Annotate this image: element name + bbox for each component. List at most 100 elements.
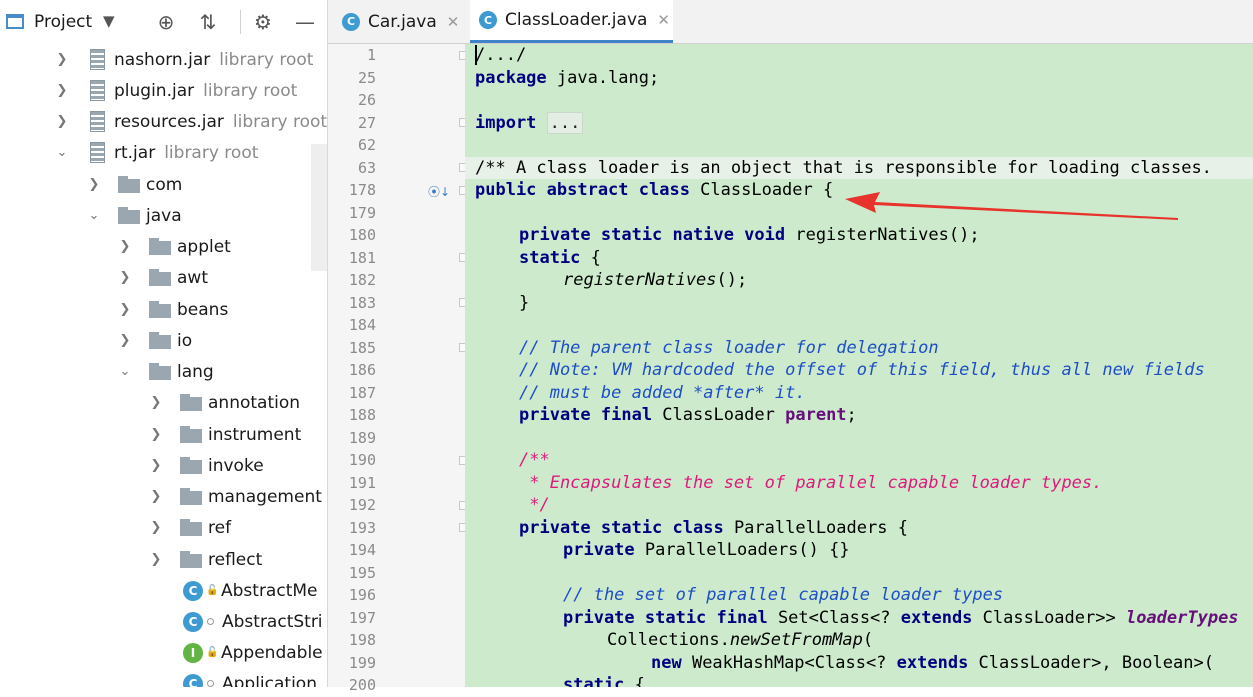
chevron-right-icon[interactable]: ❯ [88,169,100,200]
code-line-27: import ... [475,111,584,135]
code-line-183: } [519,292,529,315]
keyword: extends [896,652,969,673]
tree-node-application[interactable]: C Application [183,668,317,687]
code-text: registerNatives(); [785,225,980,245]
line-number: 62 [357,136,376,154]
folded-imports[interactable]: ... [546,111,584,134]
chevron-right-icon[interactable]: ❯ [119,325,131,356]
class-icon: C [479,11,497,29]
chevron-right-icon[interactable]: ❯ [119,231,131,262]
chevron-right-icon[interactable]: ❯ [150,481,162,512]
tree-node-annotation[interactable]: ❯ annotation [150,387,300,418]
tree-node-lang[interactable]: ⌄ lang [119,356,214,387]
doc-comment-folded[interactable]: /** A class loader is an object that is … [475,158,1212,178]
chevron-right-icon[interactable]: ❯ [56,75,68,106]
code-text: ParallelLoaders { [723,517,908,538]
close-icon[interactable]: ✕ [447,13,460,31]
project-view-icon [6,14,24,29]
line-number: 184 [348,316,376,334]
hide-icon[interactable]: — [292,8,318,36]
tree-node-io[interactable]: ❯ io [119,325,193,356]
line-number: 179 [348,203,376,222]
line-number: 193 [348,518,376,537]
chevron-right-icon[interactable]: ❯ [56,44,68,75]
chevron-right-icon[interactable]: ❯ [150,419,162,450]
lock-icon: 🔓 [206,585,219,596]
tree-node-nashorn-jar[interactable]: ❯ nashorn.jar library root [56,44,313,75]
code-text: ParallelLoaders() {} [634,540,850,560]
tree-node-resources-jar[interactable]: ❯ resources.jar library root [56,106,327,137]
collapse-all-icon[interactable]: ⇅ [195,8,221,36]
implemented-by-icon[interactable]: ⦿↓ [428,183,450,199]
chevron-right-icon[interactable]: ❯ [150,544,162,575]
code-text: ( [862,630,874,650]
line-number: 187 [348,383,376,402]
tree-node-hint: library root [164,142,259,163]
chevron-right-icon[interactable]: ❯ [56,106,68,137]
line-number: 189 [348,428,376,447]
chevron-right-icon[interactable]: ❯ [150,450,162,481]
project-title[interactable]: Project [34,12,92,32]
tree-node-beans[interactable]: ❯ beans [119,294,229,325]
tree-node-applet[interactable]: ❯ applet [119,231,231,262]
keyword: package [475,67,547,88]
tab-classloader-java[interactable]: C ClassLoader.java ✕ [470,0,673,43]
chevron-right-icon[interactable]: ❯ [150,387,162,418]
locate-icon[interactable]: ⊕ [153,8,179,36]
code-editor[interactable]: /.../ package java.lang; import ... /** … [465,44,1253,687]
tree-node-label: annotation [208,392,301,413]
tree-node-rt-jar[interactable]: ⌄ rt.jar library root [56,137,258,168]
close-icon[interactable]: ✕ [657,11,670,29]
code-line-200: static { [563,674,645,687]
chevron-down-icon[interactable]: ⌄ [119,356,131,387]
class-icon: C [342,12,360,31]
tree-node-ref[interactable]: ❯ ref [150,512,232,543]
line-comment: // must be added *after* it. [519,382,806,403]
tree-node-label: plugin.jar [114,80,195,101]
tree-node-hint: library root [203,80,298,101]
project-scrollbar[interactable] [311,144,327,271]
keyword: private static class [519,517,724,538]
chevron-down-icon[interactable]: ▼ [103,12,115,30]
tab-car-java[interactable]: C Car.java ✕ [342,0,466,43]
tree-node-appendable[interactable]: I 🔓 Appendable [183,637,323,668]
jar-icon [90,80,105,101]
tree-node-plugin-jar[interactable]: ❯ plugin.jar library root [56,75,297,106]
folder-icon [180,457,202,474]
tab-label: ClassLoader.java [505,10,648,30]
tree-node-label: java [146,205,182,226]
doc-comment: * Encapsulates the set of parallel capab… [519,472,1103,493]
line-number: 185 [348,338,376,357]
field-name: parent [785,405,847,425]
folder-icon [149,301,171,318]
tree-node-abstractstri[interactable]: C AbstractStri [183,606,323,637]
tree-node-java[interactable]: ⌄ java [88,200,182,231]
chevron-down-icon[interactable]: ⌄ [88,200,100,231]
line-number: 181 [348,248,376,267]
chevron-right-icon[interactable]: ❯ [119,294,131,325]
gear-icon[interactable]: ⚙ [250,8,276,36]
tree-node-abstractme[interactable]: C 🔓 AbstractMe [183,575,318,606]
folder-icon [180,426,202,443]
tree-node-management[interactable]: ❯ management [150,481,322,512]
text-caret [475,45,477,65]
code-text: ; [846,405,857,425]
code-text: java.lang; [546,67,660,88]
tree-node-instrument[interactable]: ❯ instrument [150,419,302,450]
tree-node-invoke[interactable]: ❯ invoke [150,450,264,481]
chevron-right-icon[interactable]: ❯ [119,262,131,293]
tree-node-label: instrument [208,424,302,445]
keyword: private [563,540,635,560]
keyword: static [519,247,581,268]
line-number: 195 [348,563,376,582]
code-text: ClassLoader [652,405,786,425]
chevron-down-icon[interactable]: ⌄ [56,137,68,168]
tree-node-label: nashorn.jar [114,49,211,70]
folded-header[interactable]: /.../ [475,45,526,65]
tree-node-awt[interactable]: ❯ awt [119,262,208,293]
chevron-right-icon[interactable]: ❯ [150,512,162,543]
tree-node-com[interactable]: ❯ com [88,169,183,200]
tree-node-reflect[interactable]: ❯ reflect [150,544,263,575]
tree-node-label: lang [177,361,214,382]
line-number: 182 [348,271,376,289]
